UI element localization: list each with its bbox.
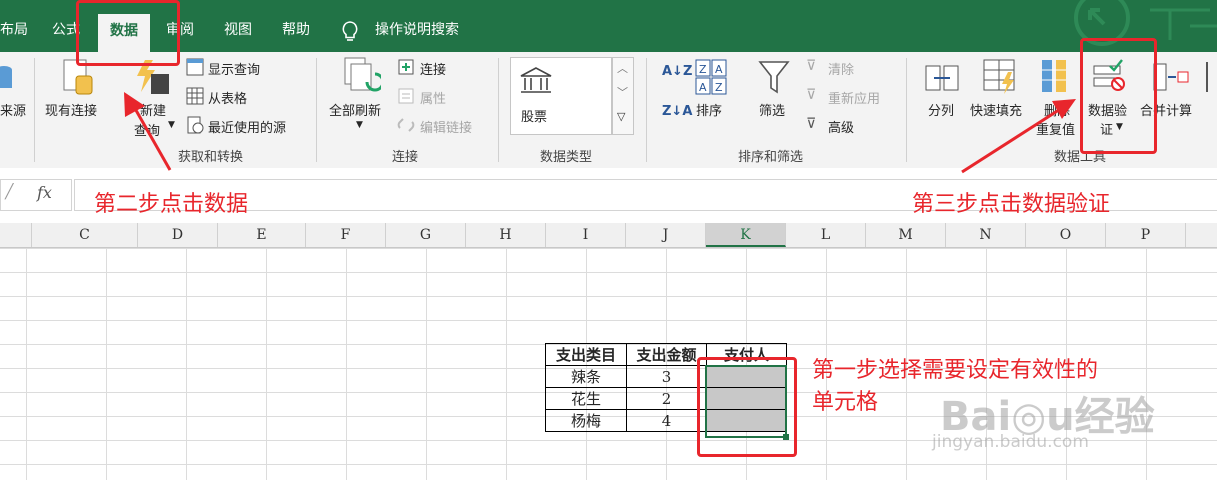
- tell-me-search[interactable]: 操作说明搜索: [375, 12, 459, 52]
- row-header-corner[interactable]: [0, 223, 32, 247]
- highlight-data-tab: [76, 0, 180, 66]
- column-header-c[interactable]: C: [32, 223, 138, 247]
- highlight-data-validation: [1080, 38, 1157, 154]
- ribbon: 来源 现有连接 新建 查询 ▼ 显示查询 从表格 最近使用的源 获取和转换 全部…: [0, 52, 1217, 169]
- dropdown-arrow-icon[interactable]: ▼: [168, 120, 175, 130]
- refresh-all-button[interactable]: 全部刷新: [329, 100, 381, 119]
- sort-button[interactable]: 排序: [696, 100, 722, 119]
- show-queries-icon: [186, 58, 204, 76]
- properties-icon: [398, 88, 414, 104]
- more-tools-icon[interactable]: [1206, 62, 1217, 92]
- text-to-columns-icon[interactable]: [924, 60, 960, 96]
- column-header-j[interactable]: J: [626, 223, 706, 247]
- recent-sources-button[interactable]: 最近使用的源: [208, 117, 286, 136]
- advanced-filter-icon[interactable]: ⊽: [806, 116, 816, 132]
- edit-links-icon: [397, 118, 415, 132]
- cell-amount[interactable]: 4: [626, 409, 707, 432]
- highlight-selected-cells: [697, 357, 797, 457]
- baidu-url-logo: jingyan.baidu.com: [932, 432, 1089, 452]
- sort-ascending-icon[interactable]: A↓Z: [662, 64, 692, 79]
- consolidate-icon[interactable]: [1152, 60, 1190, 94]
- group-label-sort-filter: 排序和筛选: [738, 150, 804, 165]
- reapply-icon: ⊽: [806, 87, 817, 103]
- stocks-data-type[interactable]: 股票: [521, 106, 547, 125]
- advanced-button[interactable]: 高级: [828, 117, 854, 136]
- table-icon: [186, 87, 204, 105]
- bank-icon: [520, 67, 552, 93]
- filter-button[interactable]: 筛选: [759, 100, 785, 119]
- svg-text:A: A: [699, 81, 707, 94]
- cell-category[interactable]: 杨梅: [545, 409, 627, 432]
- remove-duplicates-label-2[interactable]: 重复值: [1036, 119, 1075, 138]
- refresh-all-icon[interactable]: [343, 56, 381, 98]
- svg-text:Z: Z: [715, 81, 723, 94]
- tab-page-layout[interactable]: 布局: [0, 12, 28, 52]
- connections-icon: [398, 59, 414, 75]
- reapply-button: 重新应用: [828, 92, 881, 107]
- header-category[interactable]: 支出类目: [545, 343, 627, 366]
- chevron-up-icon[interactable]: ︿: [617, 60, 628, 76]
- step2-note: 第二步点击数据: [94, 192, 249, 217]
- clear-button: 清除: [828, 63, 855, 78]
- gallery-scroll[interactable]: ︿ ﹀ ▽: [612, 57, 634, 135]
- data-types-gallery[interactable]: 股票: [510, 57, 612, 135]
- recent-sources-icon: [187, 116, 204, 134]
- ribbon-tab-bar: 布局 公式 数据 审阅 视图 帮助 操作说明搜索: [0, 0, 1217, 52]
- step3-note: 第三步点击数据验证: [912, 192, 1111, 217]
- group-label-connections: 连接: [392, 150, 419, 165]
- cell-category[interactable]: 辣条: [545, 365, 627, 388]
- cell-amount[interactable]: 3: [626, 365, 707, 388]
- new-query-label-1[interactable]: 新建: [140, 100, 166, 119]
- column-header-m[interactable]: M: [866, 223, 946, 247]
- show-queries-button[interactable]: 显示查询: [208, 59, 260, 78]
- svg-text:Z: Z: [699, 63, 707, 76]
- remove-duplicates-label-1[interactable]: 删除: [1044, 100, 1070, 119]
- tab-view[interactable]: 视图: [224, 12, 252, 52]
- cancel-entry-icon[interactable]: ╱: [5, 184, 13, 200]
- column-headers: C D E F G H I J K L M N O P: [0, 223, 1217, 248]
- more-icon[interactable]: ▽: [617, 110, 625, 123]
- get-data-icon[interactable]: [0, 62, 14, 96]
- column-header-o[interactable]: O: [1026, 223, 1106, 247]
- existing-connections-button[interactable]: 现有连接: [45, 100, 97, 119]
- svg-text:A: A: [715, 63, 723, 76]
- refresh-dropdown-icon[interactable]: ▼: [356, 120, 363, 130]
- column-header-p[interactable]: P: [1106, 223, 1186, 247]
- column-header-g[interactable]: G: [386, 223, 466, 247]
- sort-descending-icon[interactable]: Z↓A: [662, 104, 692, 119]
- column-header-i[interactable]: I: [546, 223, 626, 247]
- chevron-down-icon[interactable]: ﹀: [617, 84, 628, 100]
- remove-duplicates-icon[interactable]: [1040, 58, 1076, 96]
- clear-filter-icon: ⊽: [806, 58, 817, 74]
- cell-category[interactable]: 花生: [545, 387, 627, 410]
- column-header-h[interactable]: H: [466, 223, 546, 247]
- connections-button[interactable]: 连接: [420, 59, 446, 78]
- group-label-get-transform: 获取和转换: [178, 150, 244, 165]
- formula-controls: ╱ fx: [0, 179, 72, 211]
- column-header-n[interactable]: N: [946, 223, 1026, 247]
- properties-button: 属性: [420, 92, 447, 107]
- flash-fill-button[interactable]: 快速填充: [970, 100, 1022, 119]
- column-header-f[interactable]: F: [306, 223, 386, 247]
- from-source-label[interactable]: 来源: [0, 100, 26, 119]
- step1-note-line1: 第一步选择需要设定有效性的: [812, 358, 1099, 383]
- cell-amount[interactable]: 2: [626, 387, 707, 410]
- lightbulb-icon: [342, 21, 358, 41]
- column-header-k[interactable]: K: [706, 223, 786, 247]
- tab-help[interactable]: 帮助: [282, 12, 310, 52]
- filter-icon[interactable]: [758, 60, 790, 96]
- insert-function-icon[interactable]: fx: [37, 183, 52, 202]
- column-header-l[interactable]: L: [786, 223, 866, 247]
- new-query-label-2[interactable]: 查询: [134, 120, 160, 139]
- from-table-button[interactable]: 从表格: [208, 88, 247, 107]
- column-header-e[interactable]: E: [218, 223, 306, 247]
- step1-note-line2: 单元格: [812, 390, 879, 415]
- column-header-d[interactable]: D: [138, 223, 218, 247]
- text-to-columns-button[interactable]: 分列: [928, 100, 954, 119]
- flash-fill-icon[interactable]: [982, 58, 1020, 96]
- group-label-data-types: 数据类型: [540, 150, 593, 165]
- edit-links-button: 编辑链接: [420, 121, 473, 136]
- header-amount[interactable]: 支出金额: [626, 343, 707, 366]
- sort-dialog-icon[interactable]: ZA AZ: [694, 58, 728, 96]
